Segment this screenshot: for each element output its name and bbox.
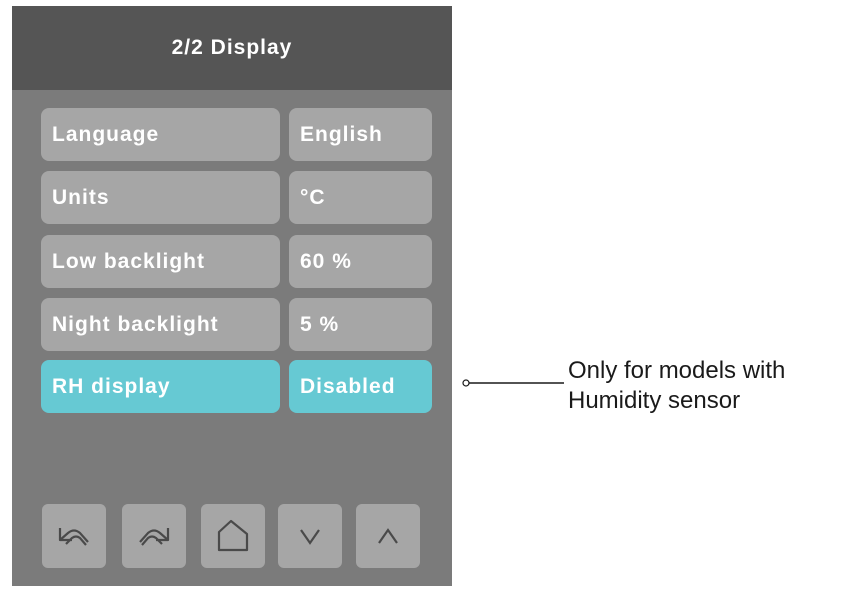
units-value-button[interactable]: °C	[289, 171, 432, 224]
scroll-down-button[interactable]	[278, 504, 342, 568]
redo-button[interactable]	[122, 504, 186, 568]
undo-icon	[58, 528, 89, 546]
chevron-down-icon	[300, 529, 320, 545]
rh-display-label-button[interactable]: RH display	[41, 360, 280, 413]
low-backlight-value-button[interactable]: 60 %	[289, 235, 432, 288]
callout-connector	[462, 379, 564, 387]
night-backlight-label-button[interactable]: Night backlight	[41, 298, 280, 351]
callout-line-2: Humidity sensor	[568, 387, 741, 414]
thermostat-display: 2/2 Display Language English Units °C Lo…	[12, 6, 452, 586]
language-value-button[interactable]: English	[289, 108, 432, 161]
redo-icon	[139, 528, 170, 546]
chevron-up-icon	[378, 528, 398, 544]
callout-line-1: Only for models with	[568, 357, 786, 384]
scroll-up-button[interactable]	[356, 504, 420, 568]
home-icon	[217, 519, 249, 552]
callout-note: Only for models with Humidity sensor	[568, 356, 853, 416]
home-button[interactable]	[201, 504, 265, 568]
undo-button[interactable]	[42, 504, 106, 568]
low-backlight-label-button[interactable]: Low backlight	[41, 235, 280, 288]
rh-display-value-button[interactable]: Disabled	[289, 360, 432, 413]
night-backlight-value-button[interactable]: 5 %	[289, 298, 432, 351]
language-label-button[interactable]: Language	[41, 108, 280, 161]
screen-title: 2/2 Display	[12, 6, 452, 90]
units-label-button[interactable]: Units	[41, 171, 280, 224]
